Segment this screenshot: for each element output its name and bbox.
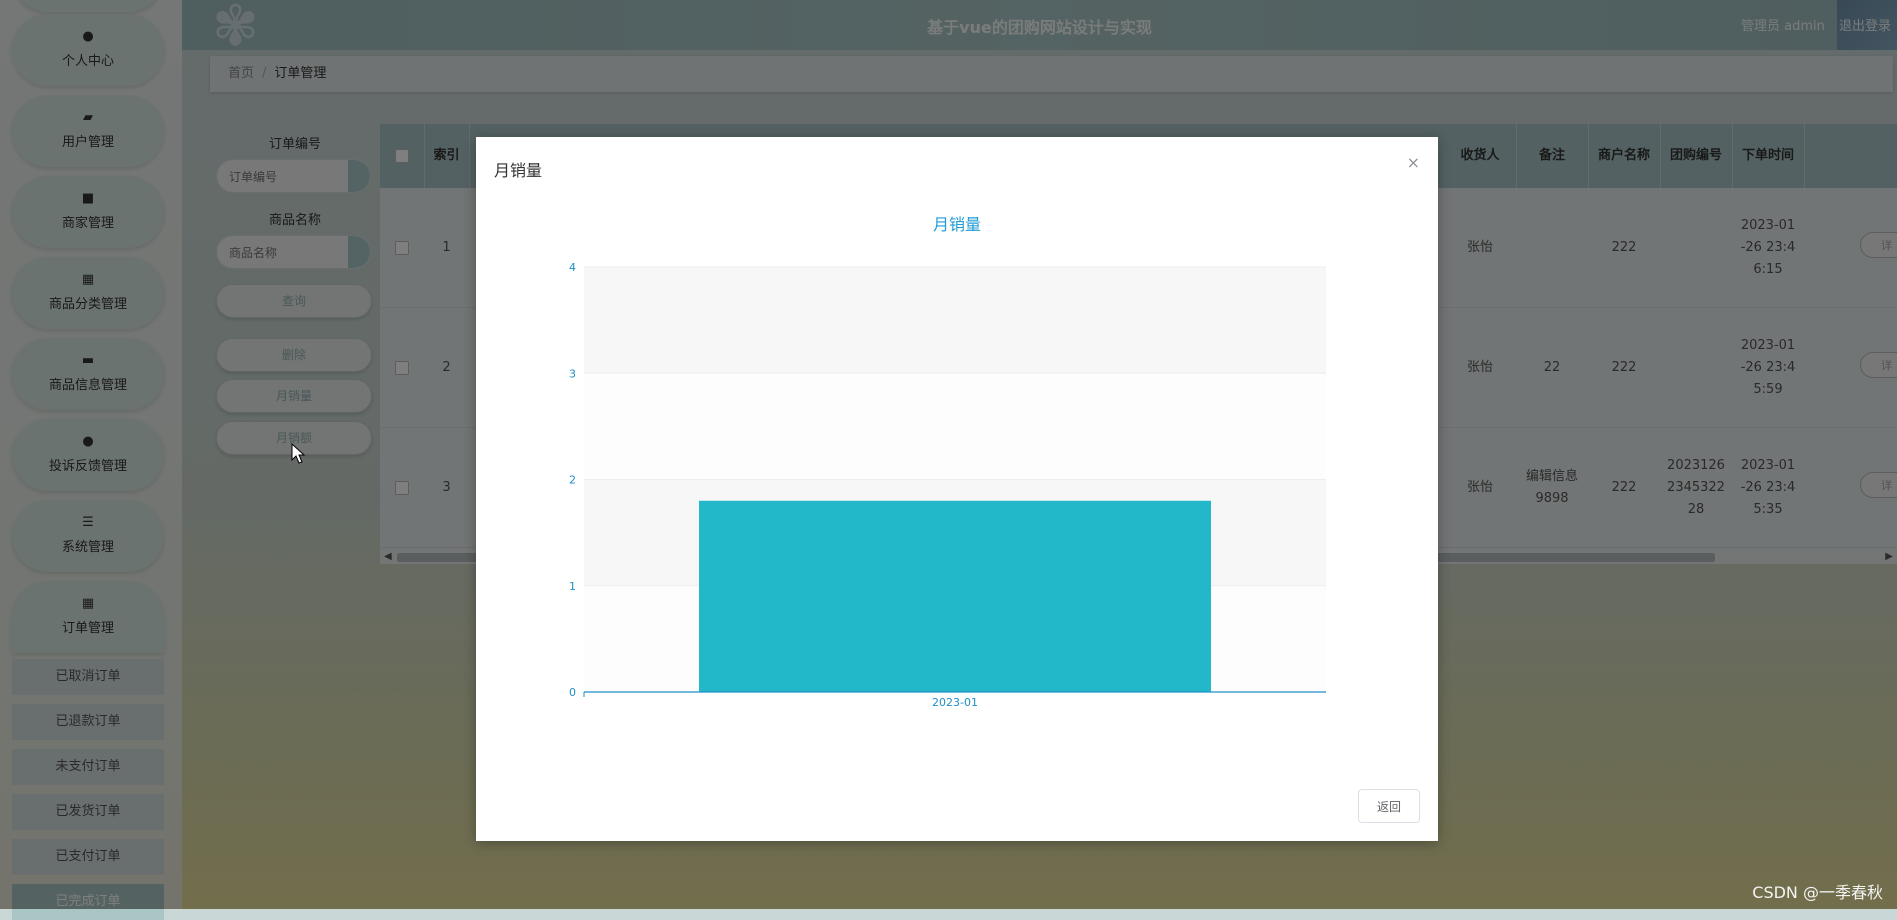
bar[interactable] [699,500,1211,692]
chart-title: 月销量 [933,215,981,234]
y-tick-label: 2 [569,474,576,487]
y-tick-label: 1 [569,580,576,593]
y-tick-label: 3 [569,367,576,380]
chart-band [584,267,1326,374]
monthly-sales-dialog: 月销量 × 月销量 0 1 2 3 4 2023-01 返回 [476,137,1438,841]
y-tick-label: 0 [569,686,576,699]
chart-band [584,373,1326,480]
watermark: CSDN @一季春秋 [1752,883,1883,902]
mouse-cursor-icon [291,443,306,464]
x-tick-label: 2023-01 [932,696,978,709]
monthly-sales-chart: 月销量 0 1 2 3 4 2023-01 [569,215,1326,709]
back-button[interactable]: 返回 [1358,789,1420,823]
y-tick-label: 4 [569,261,576,274]
